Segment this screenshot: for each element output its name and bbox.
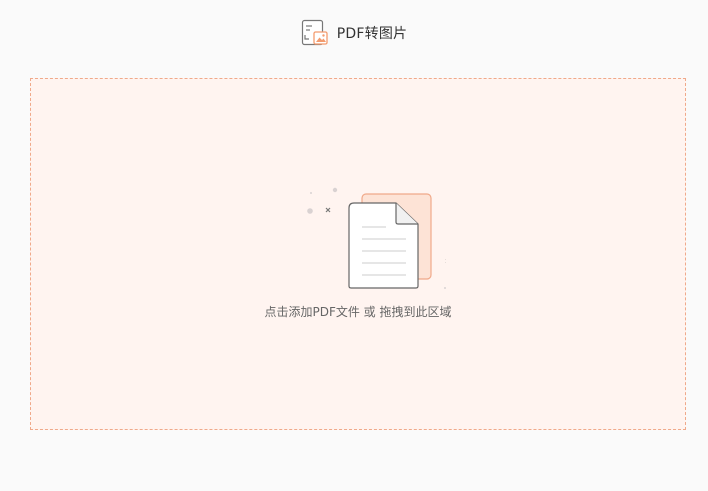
document-stack-icon: [307, 187, 446, 289]
page-title: PDF转图片: [336, 26, 408, 42]
file-drop-zone[interactable]: 点击添加PDF文件 或 拖拽到此区域: [30, 78, 686, 430]
app-header: PDF转图片: [0, 0, 708, 70]
header-title-group: PDF转图片: [301, 19, 407, 47]
pdf-to-image-icon: [301, 19, 328, 46]
drop-zone-hint: 点击添加PDF文件 或 拖拽到此区域: [264, 305, 452, 319]
